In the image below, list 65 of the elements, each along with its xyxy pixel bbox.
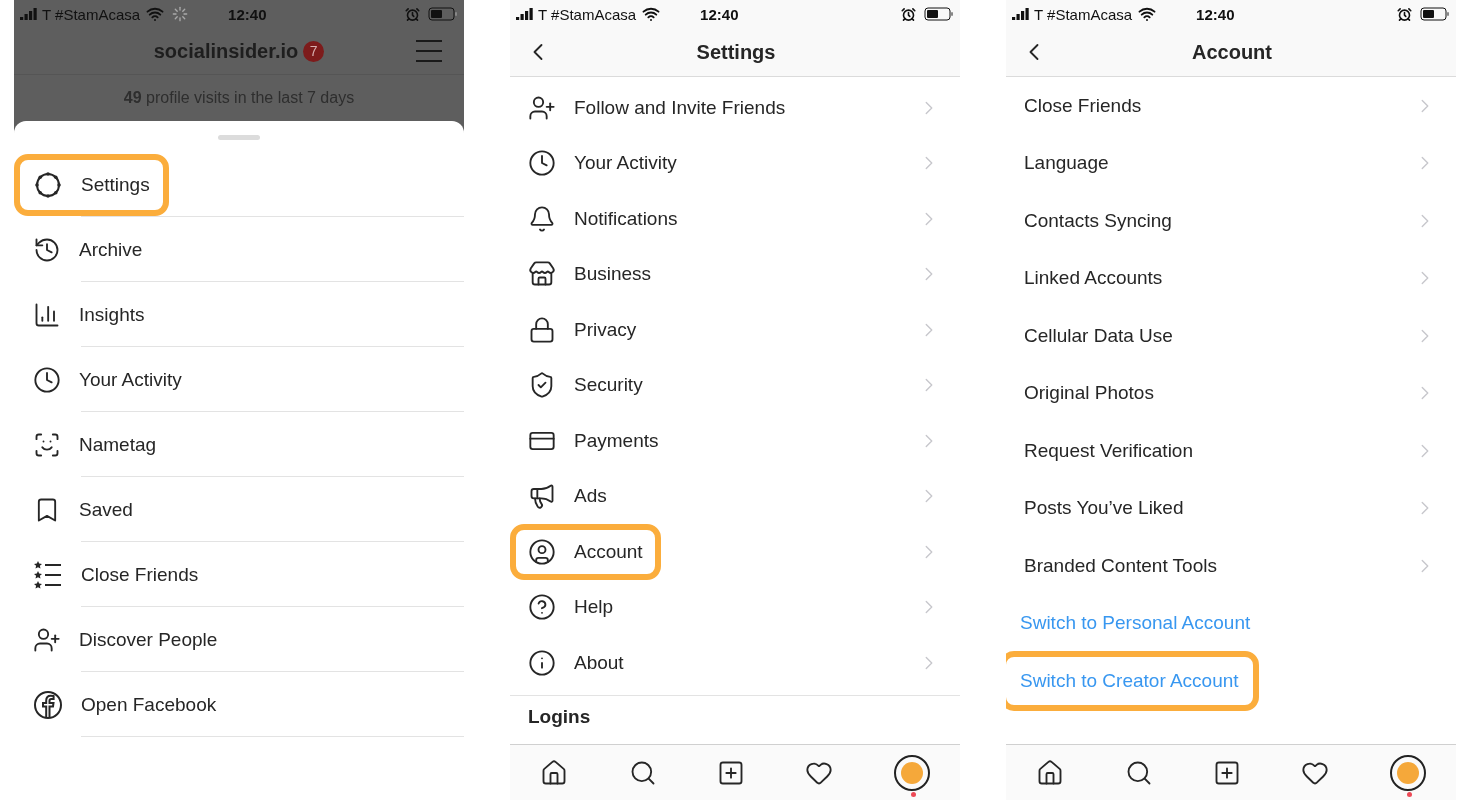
facebook-icon (33, 689, 63, 720)
menu-item[interactable]: Cellular Data Use (1024, 324, 1173, 347)
signal-icon (516, 8, 534, 20)
menu-item[interactable]: Open Facebook (81, 693, 217, 716)
menu-item[interactable]: Security (574, 374, 643, 397)
menu-item[interactable]: Discover People (79, 628, 218, 651)
carrier-name: T #StamAcasa (538, 5, 637, 23)
carrier-name: T #StamAcasa (42, 5, 141, 23)
menu-item[interactable]: Payments (574, 429, 659, 452)
menu-item[interactable]: Contacts Syncing (1024, 209, 1172, 232)
menu-item[interactable]: Posts You’ve Liked (1024, 497, 1184, 520)
alarm-icon (1397, 6, 1412, 22)
star-list-icon (33, 559, 63, 590)
status-time: 12:40 (228, 5, 267, 23)
battery-icon (924, 7, 954, 21)
menu-item[interactable]: Saved (79, 498, 133, 521)
megaphone-icon (528, 482, 556, 511)
help-icon (528, 593, 556, 622)
menu-item[interactable]: Linked Accounts (1024, 267, 1163, 290)
screen-title: Settings (695, 40, 777, 64)
battery-icon (1420, 7, 1450, 21)
menu-item[interactable]: Insights (79, 303, 145, 326)
menu-item[interactable]: Original Photos (1024, 382, 1154, 405)
menu-item[interactable]: Settings (81, 173, 150, 196)
lock-icon (528, 315, 556, 344)
alarm-icon (901, 6, 916, 22)
menu-item[interactable]: Notifications (574, 207, 678, 230)
menu-item[interactable]: Close Friends (81, 563, 199, 586)
menu-item[interactable]: Ads (574, 485, 607, 508)
clock-icon (33, 365, 61, 394)
signal-icon (20, 8, 38, 20)
battery-icon (428, 7, 458, 21)
wifi-icon (146, 5, 165, 23)
menu-item[interactable]: Account (574, 540, 643, 563)
menu-item[interactable]: Branded Content Tools (1024, 554, 1217, 577)
status-time: 12:40 (1196, 5, 1235, 23)
gear-icon (33, 169, 63, 200)
menu-item[interactable]: Business (574, 263, 652, 286)
signal-icon (1012, 8, 1030, 20)
menu-item[interactable]: Nametag (79, 433, 157, 456)
menu-icon[interactable] (416, 40, 442, 62)
profile-username: socialinsider.io (153, 39, 299, 63)
screen-title: Account (1191, 40, 1273, 64)
status-time: 12:40 (700, 5, 739, 23)
clock-icon (528, 149, 556, 178)
menu-item[interactable]: Request Verification (1024, 439, 1193, 462)
menu-item[interactable]: Your Activity (79, 368, 182, 391)
menu-item[interactable]: Privacy (574, 318, 637, 341)
section-heading: Logins (528, 705, 591, 728)
info-icon (528, 648, 556, 677)
sheet-handle (218, 135, 260, 140)
menu-item[interactable]: Language (1024, 152, 1109, 175)
notification-badge: 7 (303, 40, 325, 62)
alarm-icon (405, 6, 420, 22)
menu-item[interactable]: About (574, 651, 624, 674)
menu-item[interactable]: Help (574, 596, 614, 619)
menu-item[interactable]: Archive (79, 238, 143, 261)
bell-icon (528, 204, 556, 233)
carrier-name: T #StamAcasa (1034, 5, 1133, 23)
menu-item[interactable]: Your Activity (574, 152, 677, 175)
wifi-icon (1138, 5, 1157, 23)
wifi-icon (642, 5, 661, 23)
menu-item[interactable]: Close Friends (1024, 94, 1142, 117)
user-circle-icon (528, 537, 556, 566)
menu-item[interactable]: Follow and Invite Friends (574, 96, 786, 119)
